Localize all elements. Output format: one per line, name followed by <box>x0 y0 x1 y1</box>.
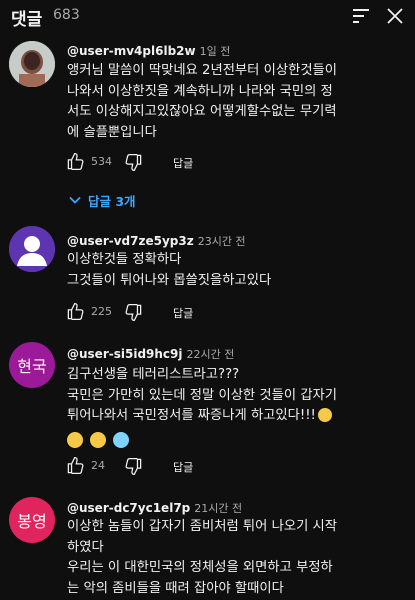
like-count: 24 <box>91 459 105 472</box>
comments-header: 댓글 683 <box>0 0 415 36</box>
comment-line: 이상한 놈들이 갑자기 좀비처럼 튀어 나오기 시작 <box>67 519 338 534</box>
thumbs-down-icon[interactable] <box>124 153 143 172</box>
like-count: 225 <box>91 305 112 318</box>
comment-text: 김구선생을 테러리스트라고??? 국민은 가만히 있는데 정말 이상한 것들이 … <box>67 365 402 427</box>
comment-text: 이상한 놈들이 갑자기 좀비처럼 튀어 나오기 시작 하였다 우리는 이 대한민… <box>67 517 402 599</box>
replies-count: 답글 3개 <box>88 193 136 209</box>
sort-icon[interactable] <box>351 6 371 26</box>
comment-line: 나와서 이상한짓을 계속하니까 나라와 국민의 정 <box>67 83 333 99</box>
cold-face-emoji-icon <box>113 431 129 448</box>
avatar[interactable] <box>9 226 55 272</box>
comment-time: 21시간 전 <box>194 502 243 515</box>
comment-text: 이상한것들 정확하다 그것들이 튀어나와 몹쓸짓을하고있다 <box>67 250 402 291</box>
avatar[interactable] <box>9 41 55 87</box>
comment-line: 서도 이상해지고있잖아요 어떻게할수없는 무기력 <box>67 104 337 119</box>
emoji-row <box>67 429 136 448</box>
comment-line: 김구선생을 테러리스트라고??? <box>67 367 240 382</box>
thumbs-up-icon[interactable] <box>66 152 85 171</box>
comments-count: 683 <box>53 7 80 23</box>
comment-line-text: 튀어나와서 국민정서를 짜증나게 하고있다!!! <box>67 408 316 423</box>
comment-line: 는 악의 좀비들을 때려 잡아야 할때이다 <box>67 580 284 596</box>
comment-text: 앵커님 말씀이 딱맞네요 2년전부터 이상한것들이 나와서 이상한짓을 계속하니… <box>67 61 402 143</box>
close-icon[interactable] <box>384 5 406 27</box>
comment-meta: @user-mv4pl6lb2w 1일 전 <box>67 43 230 59</box>
comment-line: 이상한것들 정확하다 <box>67 252 182 267</box>
comment-meta: @user-si5id9hc9j 22시간 전 <box>67 346 234 362</box>
comment-line: 에 슬플뿐입니다 <box>67 124 157 140</box>
default-avatar-icon <box>9 226 55 272</box>
comment-line: 하였다 <box>67 539 104 555</box>
view-replies-button[interactable]: 답글 3개 <box>68 190 136 210</box>
chevron-down-icon <box>69 196 81 204</box>
profile-photo-icon <box>9 41 55 87</box>
thumbs-up-icon[interactable] <box>66 302 85 321</box>
comment-line: 튀어나와서 국민정서를 짜증나게 하고있다!!! <box>67 406 402 427</box>
reply-button[interactable]: 답글 <box>173 459 193 475</box>
comment-time: 23시간 전 <box>197 235 246 248</box>
thumbs-down-icon[interactable] <box>124 457 143 476</box>
comment-author[interactable]: @user-dc7yc1el7p <box>67 501 190 515</box>
smiling-face-emoji-icon <box>90 431 106 448</box>
sad-face-emoji-icon <box>317 408 332 422</box>
comment-line: 앵커님 말씀이 딱맞네요 2년전부터 이상한것들이 <box>67 63 338 78</box>
comment-author[interactable]: @user-si5id9hc9j <box>67 347 183 361</box>
comment-actions: 225 답글 <box>66 300 366 324</box>
reply-button[interactable]: 답글 <box>173 155 193 171</box>
avatar[interactable]: 봉영 <box>9 497 55 543</box>
comment-author[interactable]: @user-mv4pl6lb2w <box>67 44 196 58</box>
comments-title: 댓글 <box>11 10 43 30</box>
comment-time: 22시간 전 <box>186 348 235 361</box>
reply-button[interactable]: 답글 <box>173 305 193 321</box>
avatar-initials: 현국 <box>17 357 47 376</box>
comment-line: 국민은 가만히 있는데 정말 이상한 것들이 갑자기 <box>67 387 338 403</box>
comment-meta: @user-vd7ze5yp3z 23시간 전 <box>67 233 246 249</box>
like-count: 534 <box>91 155 112 168</box>
thumbs-up-icon[interactable] <box>66 456 85 475</box>
comment-author[interactable]: @user-vd7ze5yp3z <box>67 234 194 248</box>
avatar-initials: 봉영 <box>17 512 47 531</box>
comment-actions: 24 답글 <box>66 454 366 478</box>
comment-actions: 534 답글 <box>66 150 366 174</box>
avatar[interactable]: 현국 <box>9 342 55 388</box>
confused-face-emoji-icon <box>67 431 83 448</box>
comment-time: 1일 전 <box>199 45 231 58</box>
thumbs-down-icon[interactable] <box>124 303 143 322</box>
comment-line: 그것들이 튀어나와 몹쓸짓을하고있다 <box>67 272 272 288</box>
comment-meta: @user-dc7yc1el7p 21시간 전 <box>67 500 242 516</box>
comment-line: 우리는 이 대한민국의 정체성을 외면하고 부정하 <box>67 560 333 575</box>
